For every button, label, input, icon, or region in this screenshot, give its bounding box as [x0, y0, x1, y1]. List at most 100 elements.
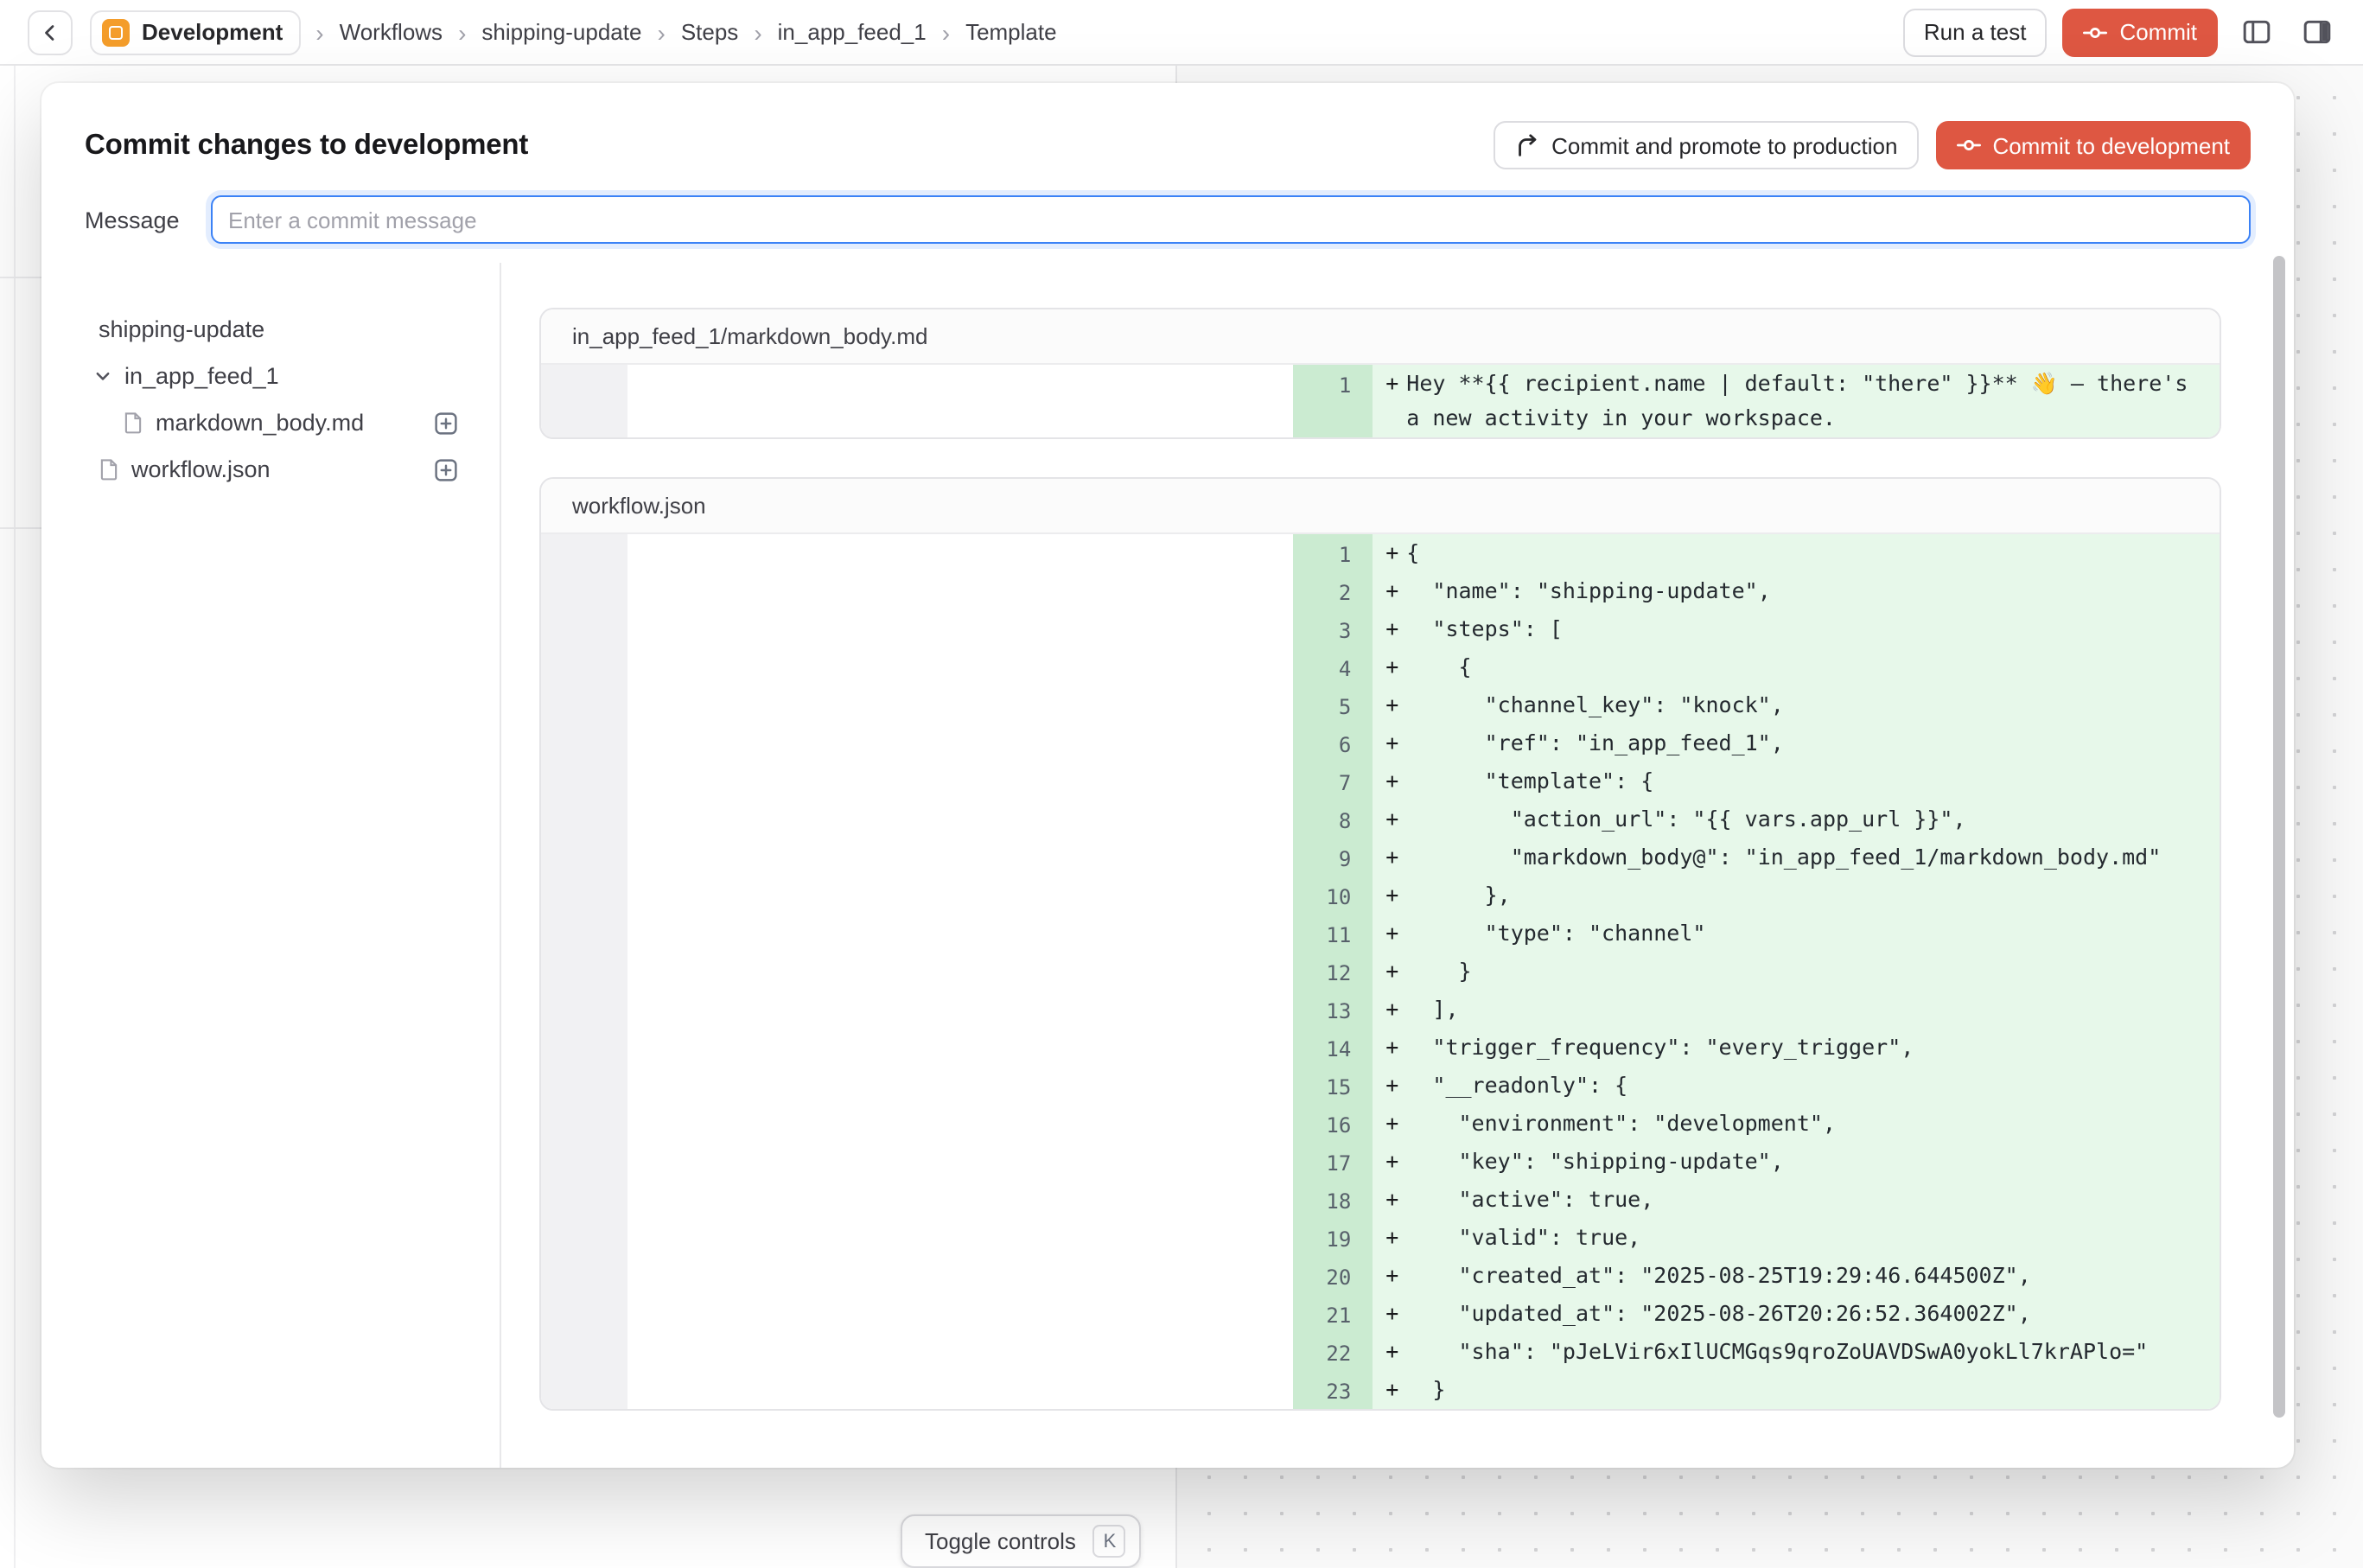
commit-message-input[interactable] [211, 195, 2251, 244]
diff-code: "sha": "pJeLVir6xIlUCMGqs9qroZoUAVDSwA0y… [1406, 1335, 2220, 1369]
old-line-gutter [541, 876, 627, 915]
promote-icon [1513, 132, 1539, 158]
new-line-content: + { [1372, 648, 2220, 686]
new-line-number: 22 [1292, 1333, 1372, 1371]
old-line-gutter [541, 534, 627, 572]
old-line-gutter [541, 1219, 627, 1257]
diff-added-icon [434, 411, 458, 435]
diff-line: 14+ "trigger_frequency": "every_trigger"… [541, 1029, 2220, 1067]
run-test-button[interactable]: Run a test [1903, 8, 2048, 56]
old-line-content [627, 648, 1292, 686]
file-icon [123, 411, 143, 434]
commit-to-development-button[interactable]: Commit to development [1935, 121, 2251, 169]
new-line-content: + "channel_key": "knock", [1372, 686, 2220, 724]
old-line-content [627, 534, 1292, 572]
diff-code: "type": "channel" [1406, 916, 2220, 951]
diff-sign: + [1372, 1068, 1406, 1103]
commit-icon [2083, 20, 2107, 44]
old-line-gutter [541, 838, 627, 876]
diff-added-icon [434, 457, 458, 481]
old-line-content [627, 991, 1292, 1029]
old-line-content [627, 1143, 1292, 1181]
old-line-content [627, 800, 1292, 838]
commit-modal: Commit changes to development Commit and… [41, 83, 2294, 1468]
tree-workflow-root-label: shipping-update [99, 316, 264, 342]
old-line-content [627, 686, 1292, 724]
breadcrumb-step[interactable]: in_app_feed_1 [778, 19, 927, 45]
chevron-left-icon [40, 22, 61, 42]
diff-code: ], [1406, 992, 2220, 1027]
new-line-number: 5 [1292, 686, 1372, 724]
diff-sign: + [1372, 954, 1406, 989]
toggle-left-panel-button[interactable] [2233, 10, 2278, 54]
diff-line: 1+Hey **{{ recipient.name | default: "th… [541, 365, 2220, 437]
old-line-content [627, 1295, 1292, 1333]
commit-message-row: Message [41, 169, 2294, 244]
new-line-content: + "updated_at": "2025-08-26T20:26:52.364… [1372, 1295, 2220, 1333]
old-line-content [627, 1181, 1292, 1219]
new-line-content: + "steps": [ [1372, 610, 2220, 648]
new-line-number: 20 [1292, 1257, 1372, 1295]
new-line-number: 19 [1292, 1219, 1372, 1257]
diff-sign: + [1372, 612, 1406, 647]
tree-file-markdown-body[interactable]: markdown_body.md [99, 399, 458, 446]
back-button[interactable] [28, 10, 73, 54]
commit-promote-button[interactable]: Commit and promote to production [1493, 121, 1918, 169]
toggle-controls-button[interactable]: Toggle controls K [901, 1514, 1142, 1568]
panel-divider [14, 66, 16, 1568]
diff-sign: + [1372, 726, 1406, 761]
diff-line: 19+ "valid": true, [541, 1219, 2220, 1257]
old-line-gutter [541, 610, 627, 648]
tree-file-label: workflow.json [131, 456, 271, 482]
commit-button[interactable]: Commit [2062, 8, 2218, 56]
environment-badge[interactable]: Development [90, 10, 300, 54]
new-line-content: + "markdown_body@": "in_app_feed_1/markd… [1372, 838, 2220, 876]
tree-folder-label: in_app_feed_1 [124, 363, 279, 389]
shortcut-key: K [1093, 1525, 1126, 1558]
toggle-right-panel-button[interactable] [2294, 10, 2339, 54]
old-line-gutter [541, 1371, 627, 1409]
new-line-number: 13 [1292, 991, 1372, 1029]
diff-line: 22+ "sha": "pJeLVir6xIlUCMGqs9qroZoUAVDS… [541, 1333, 2220, 1371]
new-line-content: + "ref": "in_app_feed_1", [1372, 724, 2220, 762]
diff-line: 16+ "environment": "development", [541, 1105, 2220, 1143]
diff-area[interactable]: in_app_feed_1/markdown_body.md 1+Hey **{… [501, 263, 2294, 1468]
tree-file-workflow-json[interactable]: workflow.json [99, 446, 458, 493]
old-line-content [627, 915, 1292, 953]
diff-line: 11+ "type": "channel" [541, 915, 2220, 953]
diff-filename: in_app_feed_1/markdown_body.md [541, 309, 2220, 365]
old-line-gutter [541, 953, 627, 991]
new-line-number: 3 [1292, 610, 1372, 648]
new-line-content: + "action_url": "{{ vars.app_url }}", [1372, 800, 2220, 838]
breadcrumb-workflows[interactable]: Workflows [340, 19, 443, 45]
diff-sign: + [1372, 1335, 1406, 1369]
new-line-content: + "created_at": "2025-08-25T19:29:46.644… [1372, 1257, 2220, 1295]
tree-workflow-root[interactable]: shipping-update [99, 306, 458, 353]
diff-sign: + [1372, 688, 1406, 723]
old-line-content [627, 1105, 1292, 1143]
tree-folder-in-app-feed[interactable]: in_app_feed_1 [99, 353, 458, 399]
commit-label: Commit [2119, 19, 2197, 45]
modal-title: Commit changes to development [85, 129, 528, 162]
diff-line: 8+ "action_url": "{{ vars.app_url }}", [541, 800, 2220, 838]
breadcrumb-template[interactable]: Template [965, 19, 1057, 45]
new-line-number: 1 [1292, 365, 1372, 437]
new-line-content: + "sha": "pJeLVir6xIlUCMGqs9qroZoUAVDSwA… [1372, 1333, 2220, 1371]
old-line-content [627, 762, 1292, 800]
old-line-gutter [541, 1105, 627, 1143]
breadcrumb-steps[interactable]: Steps [681, 19, 739, 45]
old-line-gutter [541, 1295, 627, 1333]
old-line-content [627, 1371, 1292, 1409]
old-line-gutter [541, 648, 627, 686]
new-line-content: + } [1372, 1371, 2220, 1409]
old-line-gutter [541, 365, 627, 437]
old-line-content [627, 953, 1292, 991]
new-line-number: 16 [1292, 1105, 1372, 1143]
diff-sign: + [1372, 1030, 1406, 1065]
diff-sign: + [1372, 840, 1406, 875]
breadcrumb-workflow-key[interactable]: shipping-update [481, 19, 641, 45]
old-line-gutter [541, 915, 627, 953]
breadcrumb-separator: › [942, 20, 950, 44]
new-line-content: + "environment": "development", [1372, 1105, 2220, 1143]
modal-scrollbar[interactable] [2273, 256, 2285, 1418]
